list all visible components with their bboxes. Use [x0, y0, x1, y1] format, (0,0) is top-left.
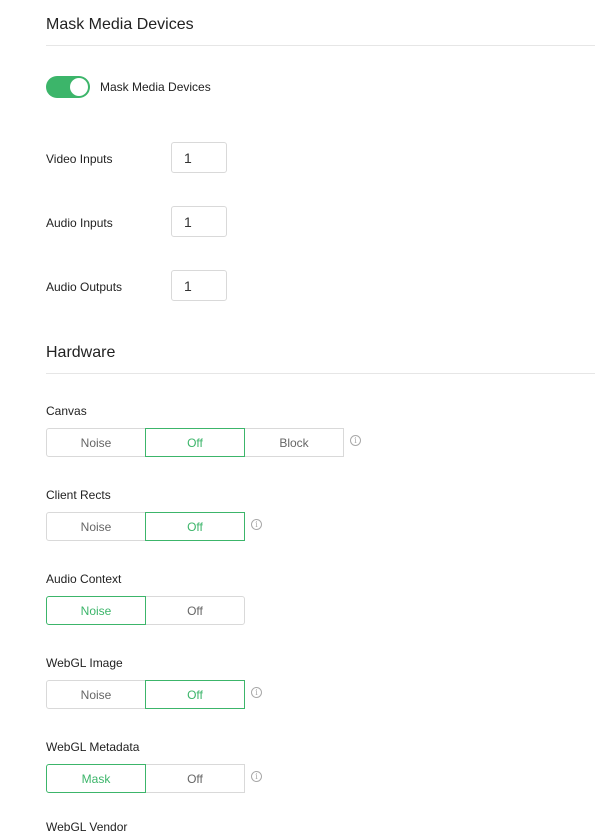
section-title-mask-media: Mask Media Devices	[46, 16, 194, 33]
audio-context-option-noise[interactable]: Noise	[46, 596, 146, 625]
toggle-label: Mask Media Devices	[100, 80, 211, 94]
audio-context-label: Audio Context	[46, 572, 122, 586]
audio-inputs-label: Audio Inputs	[46, 216, 113, 230]
toggle-knob	[70, 78, 88, 96]
webgl-vendor-label: WebGL Vendor	[46, 820, 128, 834]
webgl-image-label: WebGL Image	[46, 656, 123, 670]
info-circle-icon[interactable]: i	[251, 771, 262, 782]
info-circle-icon[interactable]: i	[251, 687, 262, 698]
client-rects-label: Client Rects	[46, 488, 111, 502]
canvas-label: Canvas	[46, 404, 87, 418]
webgl-metadata-label: WebGL Metadata	[46, 740, 140, 754]
section-title-hardware: Hardware	[46, 344, 116, 361]
webgl-image-option-off[interactable]: Off	[145, 680, 245, 709]
webgl-metadata-option-off[interactable]: Off	[145, 764, 245, 793]
video-inputs-field[interactable]	[171, 142, 227, 173]
client-rects-option-noise[interactable]: Noise	[46, 512, 146, 541]
webgl-metadata-option-mask[interactable]: Mask	[46, 764, 146, 793]
audio-outputs-field[interactable]	[171, 270, 227, 301]
section-divider	[46, 45, 595, 46]
mask-media-toggle-row: Mask Media Devices	[46, 76, 211, 98]
canvas-option-block[interactable]: Block	[244, 428, 344, 457]
video-inputs-label: Video Inputs	[46, 152, 113, 166]
audio-context-option-off[interactable]: Off	[145, 596, 245, 625]
webgl-metadata-segmented-control: Mask Off i	[46, 764, 262, 793]
canvas-option-noise[interactable]: Noise	[46, 428, 146, 457]
canvas-option-off[interactable]: Off	[145, 428, 245, 457]
section-divider	[46, 373, 595, 374]
audio-outputs-label: Audio Outputs	[46, 280, 123, 294]
info-circle-icon[interactable]: i	[350, 435, 361, 446]
canvas-segmented-control: Noise Off Block i	[46, 428, 361, 457]
client-rects-option-off[interactable]: Off	[145, 512, 245, 541]
mask-media-toggle[interactable]	[46, 76, 90, 98]
client-rects-segmented-control: Noise Off i	[46, 512, 262, 541]
info-circle-icon[interactable]: i	[251, 519, 262, 530]
webgl-image-option-noise[interactable]: Noise	[46, 680, 146, 709]
audio-inputs-field[interactable]	[171, 206, 227, 237]
audio-context-segmented-control: Noise Off	[46, 596, 245, 625]
webgl-image-segmented-control: Noise Off i	[46, 680, 262, 709]
